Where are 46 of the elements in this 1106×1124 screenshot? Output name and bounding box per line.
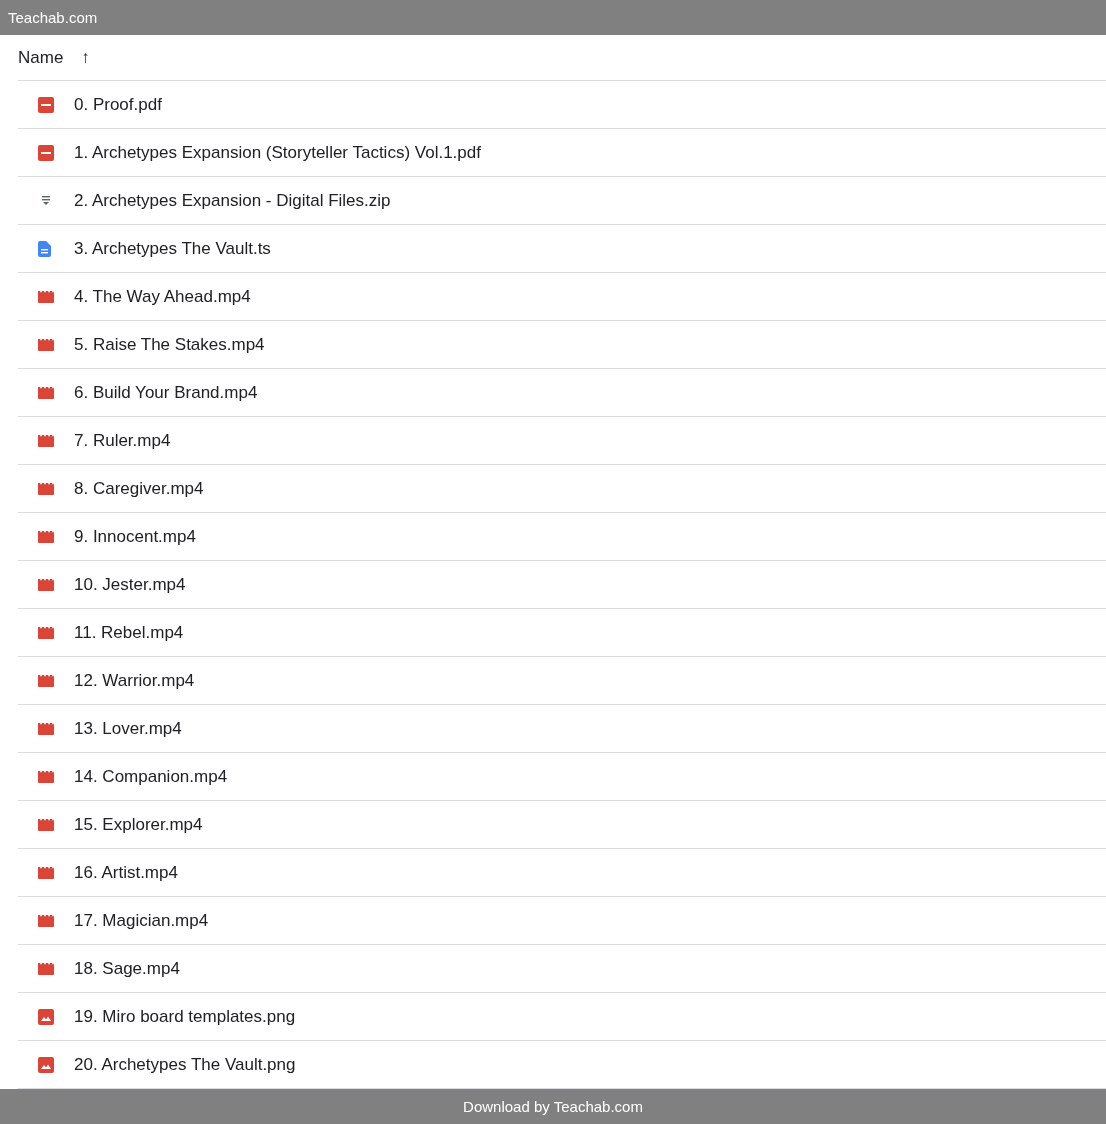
- film-icon: [38, 674, 54, 687]
- column-header[interactable]: Name: [18, 47, 64, 68]
- file-name[interactable]: 12. Warrior.mp4: [74, 670, 195, 691]
- film-icon: [38, 434, 54, 447]
- file-name[interactable]: 1. Archetypes Expansion (Storyteller Tactics) Vol.1.pdf: [74, 142, 481, 163]
- film-icon: [38, 962, 54, 975]
- image-icon: [38, 1056, 54, 1073]
- pdf-icon: [38, 144, 54, 161]
- film-icon: [38, 482, 54, 495]
- archive-icon: [42, 196, 50, 205]
- film-icon: [38, 722, 54, 735]
- sort-arrow[interactable]: ↑: [81, 47, 90, 68]
- file-name[interactable]: 7. Ruler.mp4: [74, 430, 171, 451]
- film-icon: [38, 290, 54, 303]
- file-name[interactable]: 19. Miro board templates.png: [74, 1006, 296, 1027]
- file-name[interactable]: 17. Magician.mp4: [74, 910, 209, 931]
- file-name[interactable]: 3. Archetypes The Vault.ts: [74, 238, 271, 259]
- film-icon: [38, 386, 54, 399]
- film-icon: [38, 530, 54, 543]
- file-name[interactable]: 13. Lover.mp4: [74, 718, 182, 739]
- pdf-icon: [38, 96, 54, 113]
- document-icon: [38, 240, 51, 257]
- file-name[interactable]: 14. Companion.mp4: [74, 766, 228, 787]
- file-name[interactable]: 2. Archetypes Expansion - Digital Files.zip: [74, 190, 391, 211]
- file-name[interactable]: 4. The Way Ahead.mp4: [74, 286, 251, 307]
- file-name[interactable]: 9. Innocent.mp4: [74, 526, 196, 547]
- file-name[interactable]: 8. Caregiver.mp4: [74, 478, 204, 499]
- film-icon: [38, 818, 54, 831]
- file-name[interactable]: 10. Jester.mp4: [74, 574, 186, 595]
- film-icon: [38, 338, 54, 351]
- file-name[interactable]: 16. Artist.mp4: [74, 862, 178, 883]
- film-icon: [38, 866, 54, 879]
- film-icon: [38, 626, 54, 639]
- file-name[interactable]: 6. Build Your Brand.mp4: [74, 382, 258, 403]
- site-title: Teachab.com: [8, 9, 98, 26]
- image-icon: [38, 1008, 54, 1025]
- file-name[interactable]: 11. Rebel.mp4: [74, 622, 184, 643]
- file-name[interactable]: 15. Explorer.mp4: [74, 814, 203, 835]
- film-icon: [38, 578, 54, 591]
- film-icon: [38, 914, 54, 927]
- file-name[interactable]: 18. Sage.mp4: [74, 958, 180, 979]
- download-text: Download by Teachab.com: [463, 1098, 643, 1115]
- file-name[interactable]: 5. Raise The Stakes.mp4: [74, 334, 265, 355]
- file-name[interactable]: 20. Archetypes The Vault.png: [74, 1054, 296, 1075]
- file-name[interactable]: 0. Proof.pdf: [74, 94, 162, 115]
- film-icon: [38, 770, 54, 783]
